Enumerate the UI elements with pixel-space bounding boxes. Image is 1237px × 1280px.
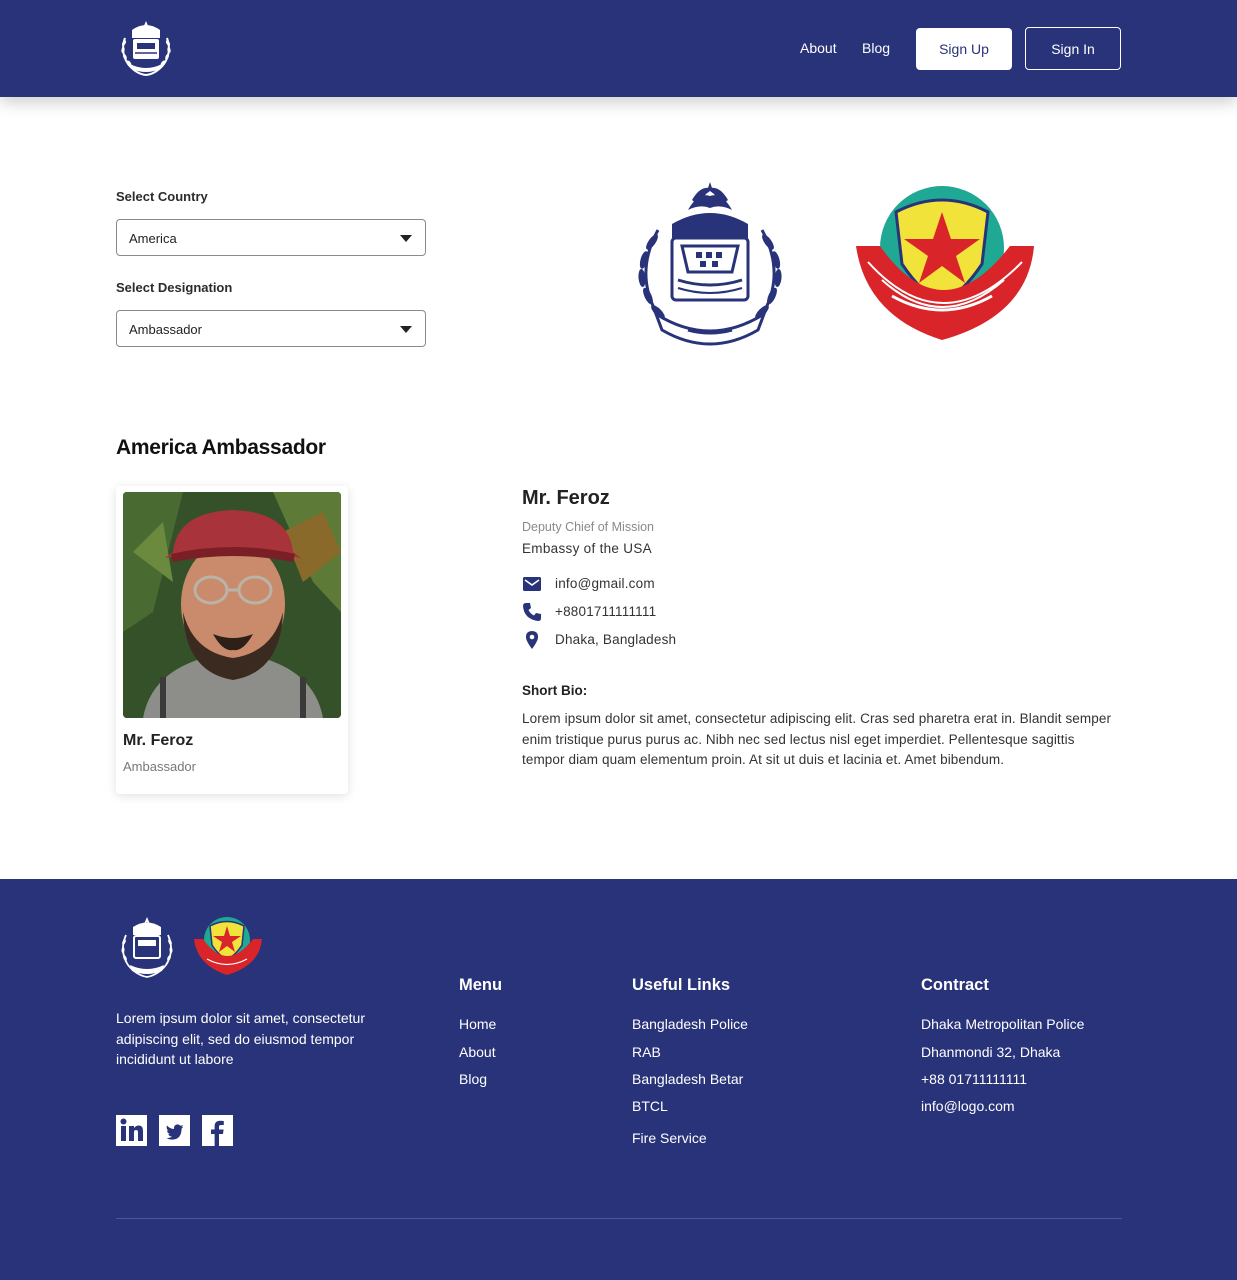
footer-contract-address: Dhanmondi 32, Dhaka (921, 1044, 1061, 1060)
footer-link-about[interactable]: About (459, 1044, 496, 1060)
phone-icon (523, 603, 541, 621)
designation-select[interactable]: Ambassador (116, 310, 426, 347)
footer-link-blog[interactable]: Blog (459, 1071, 487, 1087)
linkedin-link[interactable] (116, 1115, 147, 1146)
card-role: Ambassador (123, 759, 196, 774)
footer-about-text: Lorem ipsum dolor sit amet, consectetur … (116, 1010, 365, 1068)
linkedin-icon (116, 1115, 147, 1146)
police-logo-icon (121, 917, 173, 978)
footer-link-rab[interactable]: RAB (632, 1044, 661, 1060)
detail-name: Mr. Feroz (522, 487, 610, 509)
caret-down-icon (400, 326, 412, 333)
bangladesh-police-emblem-icon (638, 182, 782, 346)
dmp-logo-icon (194, 917, 262, 975)
country-select[interactable]: America (116, 219, 426, 256)
footer-contract-email[interactable]: info@logo.com (921, 1098, 1015, 1114)
footer-contract-org: Dhaka Metropolitan Police (921, 1016, 1085, 1032)
detail-title: Deputy Chief of Mission (522, 520, 655, 534)
country-select-value: America (129, 231, 177, 246)
profile-photo (123, 492, 341, 718)
nav-about-link[interactable]: About (800, 40, 837, 56)
facebook-icon (202, 1115, 233, 1146)
phone-text: +8801711111111 (555, 604, 657, 619)
nav-blog-link[interactable]: Blog (862, 40, 890, 56)
select-country-label: Select Country (116, 189, 208, 204)
designation-select-value: Ambassador (129, 322, 202, 337)
location-pin-icon (526, 631, 538, 649)
caret-down-icon (400, 235, 412, 242)
police-logo-icon[interactable] (116, 18, 176, 80)
footer-useful-links-heading: Useful Links (632, 976, 731, 994)
site-header: About Blog Sign Up Sign In (0, 0, 1237, 97)
footer-link-home[interactable]: Home (459, 1016, 496, 1032)
select-designation-label: Select Designation (116, 280, 233, 295)
footer-divider (116, 1218, 1122, 1219)
location-text: Dhaka, Bangladesh (555, 632, 677, 647)
sign-up-button[interactable]: Sign Up (916, 28, 1012, 70)
dhaka-metropolitan-police-emblem-icon (856, 186, 1034, 340)
mail-icon (523, 577, 541, 591)
twitter-icon (159, 1115, 190, 1146)
bio-text: Lorem ipsum dolor sit amet, consectetur … (522, 711, 1112, 768)
footer-link-bangladesh-police[interactable]: Bangladesh Police (632, 1016, 748, 1032)
footer-link-bangladesh-betar[interactable]: Bangladesh Betar (632, 1071, 743, 1087)
email-text: info@gmail.com (555, 576, 655, 591)
twitter-link[interactable] (159, 1115, 190, 1146)
footer-contract-phone: +88 01711111111 (921, 1071, 1028, 1087)
section-title: America Ambassador (116, 436, 326, 459)
profile-card[interactable]: Mr. Feroz Ambassador (116, 486, 348, 794)
detail-organization: Embassy of the USA (522, 541, 652, 556)
footer-link-btcl[interactable]: BTCL (632, 1098, 668, 1114)
bio-label: Short Bio: (522, 683, 588, 698)
footer-link-fire-service[interactable]: Fire Service (632, 1130, 707, 1146)
sign-in-button[interactable]: Sign In (1025, 27, 1121, 70)
card-name: Mr. Feroz (123, 732, 194, 749)
footer-contract-heading: Contract (921, 976, 989, 994)
footer-menu-heading: Menu (459, 976, 503, 994)
facebook-link[interactable] (202, 1115, 233, 1146)
site-footer: Lorem ipsum dolor sit amet, consectetur … (0, 879, 1237, 1280)
